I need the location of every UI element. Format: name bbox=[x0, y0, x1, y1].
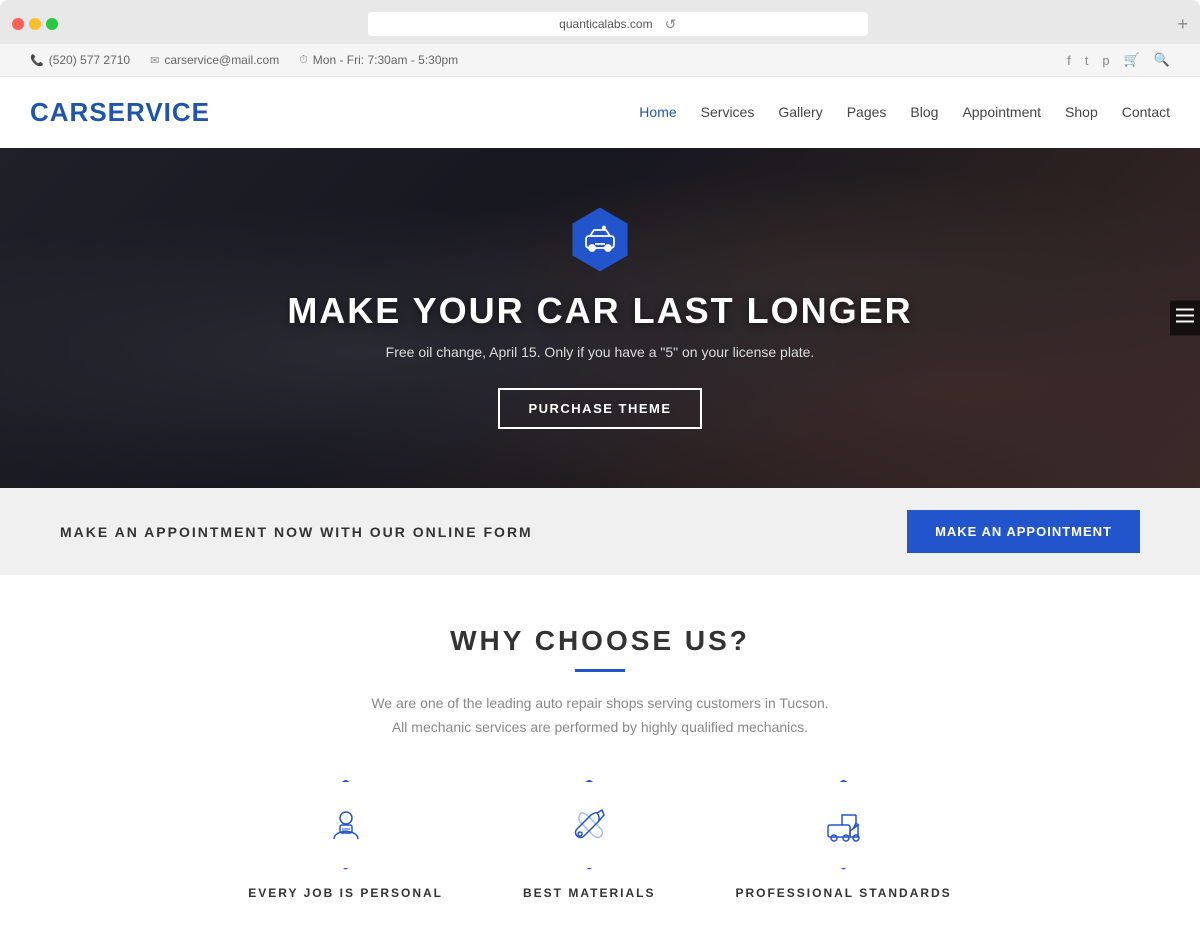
nav-item-pages[interactable]: Pages bbox=[847, 104, 887, 122]
feature-label-materials: BEST MATERIALS bbox=[523, 886, 655, 900]
menu-lines-icon bbox=[1176, 309, 1194, 323]
clock-icon: ⏱ bbox=[299, 54, 308, 67]
why-divider bbox=[575, 669, 625, 672]
truck-icon bbox=[824, 805, 864, 845]
nav-link-pages[interactable]: Pages bbox=[847, 104, 887, 120]
nav-link-home[interactable]: Home bbox=[639, 104, 676, 120]
feature-hex-materials bbox=[544, 780, 634, 870]
why-choose-us-section: WHY CHOOSE US? We are one of the leading… bbox=[0, 575, 1200, 940]
nav-item-gallery[interactable]: Gallery bbox=[778, 104, 822, 122]
hero-content: MAKE YOUR CAR LAST LONGER Free oil chang… bbox=[287, 208, 912, 429]
email-icon: ✉ bbox=[150, 54, 159, 67]
cart-icon[interactable]: 🛒 bbox=[1124, 52, 1140, 68]
email-item: ✉ carservice@mail.com bbox=[150, 53, 279, 67]
browser-titlebar: quanticalabs.com ↺ + bbox=[0, 8, 1200, 44]
nav-link-gallery[interactable]: Gallery bbox=[778, 104, 822, 120]
feature-item-materials: BEST MATERIALS bbox=[523, 780, 655, 900]
new-tab-button[interactable]: + bbox=[1177, 15, 1188, 33]
nav-item-services[interactable]: Services bbox=[701, 104, 755, 122]
sidebar-toggle-icon[interactable] bbox=[1170, 301, 1200, 336]
feature-hex-standards bbox=[799, 780, 889, 870]
browser-dots bbox=[12, 18, 58, 30]
close-dot[interactable] bbox=[12, 18, 24, 30]
hours-text: Mon - Fri: 7:30am - 5:30pm bbox=[313, 53, 458, 67]
nav-link-blog[interactable]: Blog bbox=[910, 104, 938, 120]
hero-title: MAKE YOUR CAR LAST LONGER bbox=[287, 290, 912, 332]
nav-link-appointment[interactable]: Appointment bbox=[962, 104, 1041, 120]
search-icon[interactable]: 🔍 bbox=[1154, 52, 1170, 68]
topbar: 📞 (520) 577 2710 ✉ carservice@mail.com ⏱… bbox=[0, 44, 1200, 77]
why-desc-line2: All mechanic services are performed by h… bbox=[392, 719, 808, 735]
main-nav: CARSERVICE Home Services Gallery Pages B… bbox=[0, 77, 1200, 148]
phone-text: (520) 577 2710 bbox=[49, 53, 130, 67]
nav-link-services[interactable]: Services bbox=[701, 104, 755, 120]
email-text: carservice@mail.com bbox=[164, 53, 279, 67]
hours-item: ⏱ Mon - Fri: 7:30am - 5:30pm bbox=[299, 53, 458, 67]
hero-section: MAKE YOUR CAR LAST LONGER Free oil chang… bbox=[0, 148, 1200, 488]
car-icon bbox=[582, 222, 618, 258]
nav-item-home[interactable]: Home bbox=[639, 104, 676, 122]
why-desc-line1: We are one of the leading auto repair sh… bbox=[371, 695, 828, 711]
phone-icon: 📞 bbox=[30, 54, 44, 67]
refresh-icon[interactable]: ↺ bbox=[665, 16, 677, 33]
nav-link-shop[interactable]: Shop bbox=[1065, 104, 1098, 120]
appointment-banner: MAKE AN APPOINTMENT NOW WITH OUR ONLINE … bbox=[0, 488, 1200, 575]
feature-label-personal: EVERY JOB IS PERSONAL bbox=[248, 886, 443, 900]
hero-subtitle: Free oil change, April 15. Only if you h… bbox=[386, 344, 815, 360]
appointment-banner-text: MAKE AN APPOINTMENT NOW WITH OUR ONLINE … bbox=[60, 524, 533, 540]
nav-item-contact[interactable]: Contact bbox=[1122, 104, 1170, 122]
nav-link-contact[interactable]: Contact bbox=[1122, 104, 1170, 120]
feature-label-standards: PROFESSIONAL STANDARDS bbox=[735, 886, 951, 900]
person-icon bbox=[326, 805, 366, 845]
maximize-dot[interactable] bbox=[46, 18, 58, 30]
feature-item-standards: PROFESSIONAL STANDARDS bbox=[735, 780, 951, 900]
url-text: quanticalabs.com bbox=[559, 17, 652, 31]
topbar-left: 📞 (520) 577 2710 ✉ carservice@mail.com ⏱… bbox=[30, 53, 458, 67]
make-appointment-button[interactable]: MAKE AN APPOINTMENT bbox=[907, 510, 1140, 553]
wrench-icon bbox=[569, 805, 609, 845]
hero-hexagon-icon bbox=[568, 208, 632, 272]
minimize-dot[interactable] bbox=[29, 18, 41, 30]
pinterest-icon[interactable]: p bbox=[1102, 53, 1109, 68]
site-logo[interactable]: CARSERVICE bbox=[30, 97, 210, 128]
facebook-icon[interactable]: f bbox=[1067, 53, 1071, 68]
address-bar[interactable]: quanticalabs.com ↺ bbox=[368, 12, 868, 36]
topbar-right: f t p 🛒 🔍 bbox=[1067, 52, 1170, 68]
nav-links: Home Services Gallery Pages Blog Appoint… bbox=[639, 104, 1170, 122]
nav-item-blog[interactable]: Blog bbox=[910, 104, 938, 122]
twitter-icon[interactable]: t bbox=[1085, 53, 1089, 68]
purchase-theme-button[interactable]: PURCHASE THEME bbox=[498, 388, 701, 429]
phone-item: 📞 (520) 577 2710 bbox=[30, 53, 130, 67]
why-title: WHY CHOOSE US? bbox=[60, 625, 1140, 657]
feature-item-personal: EVERY JOB IS PERSONAL bbox=[248, 780, 443, 900]
features-list: EVERY JOB IS PERSONAL BEST MATERIALS bbox=[60, 780, 1140, 900]
nav-item-appointment[interactable]: Appointment bbox=[962, 104, 1041, 122]
feature-hex-personal bbox=[301, 780, 391, 870]
website-content: 📞 (520) 577 2710 ✉ carservice@mail.com ⏱… bbox=[0, 44, 1200, 940]
why-description: We are one of the leading auto repair sh… bbox=[350, 692, 850, 740]
nav-item-shop[interactable]: Shop bbox=[1065, 104, 1098, 122]
browser-chrome: quanticalabs.com ↺ + bbox=[0, 0, 1200, 44]
